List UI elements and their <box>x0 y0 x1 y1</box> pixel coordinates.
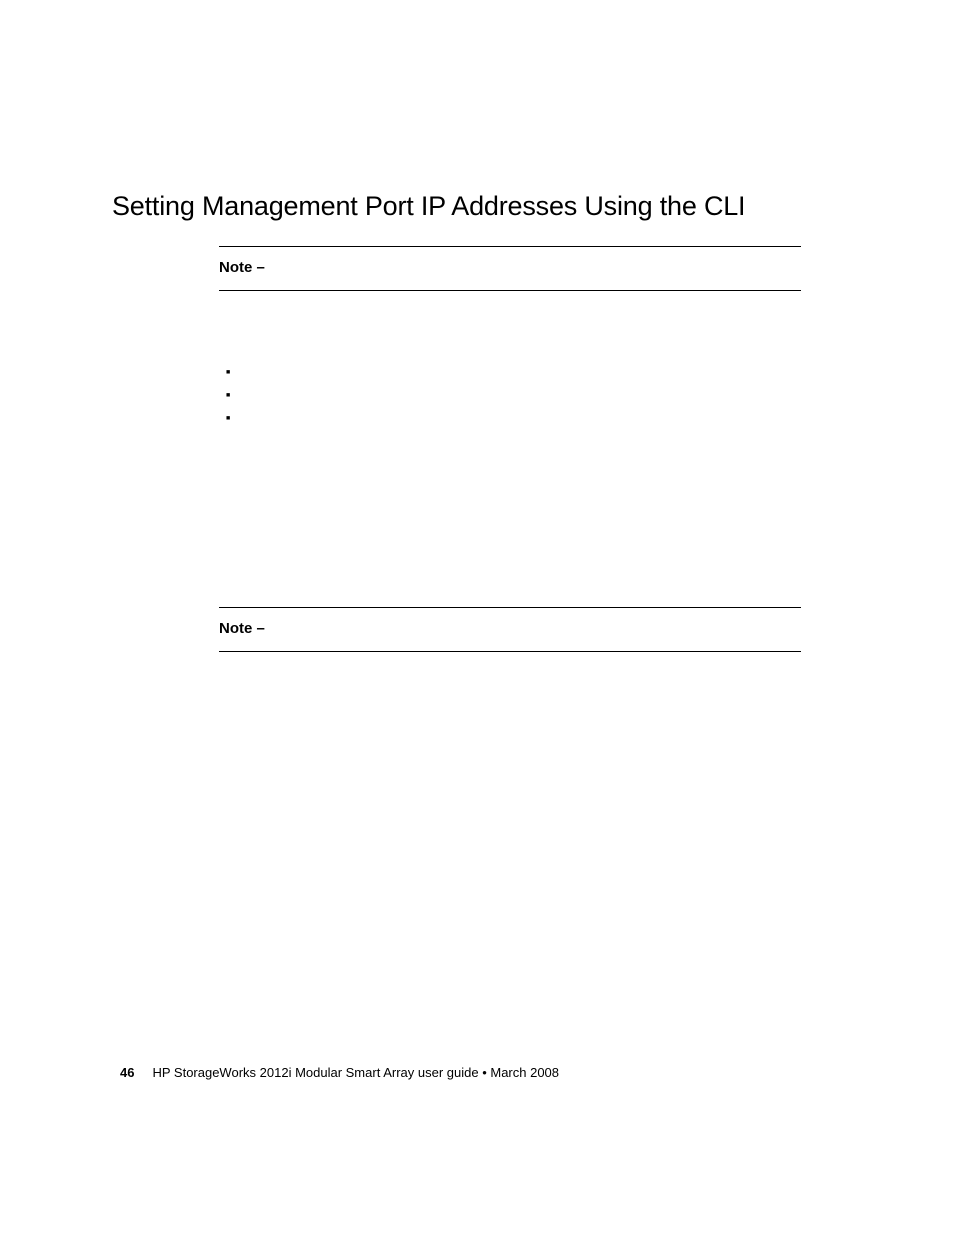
note-rule-top <box>219 607 801 608</box>
note-rule-top <box>219 246 801 247</box>
footer-text: HP StorageWorks 2012i Modular Smart Arra… <box>152 1065 559 1080</box>
bullet-item <box>226 409 230 432</box>
note-rule-bottom <box>219 290 801 291</box>
page-footer: 46 HP StorageWorks 2012i Modular Smart Ar… <box>120 1065 559 1080</box>
note-block-1: Note – <box>219 246 801 291</box>
bullet-item <box>226 363 230 386</box>
note-block-2: Note – <box>219 607 801 652</box>
bullet-item <box>226 386 230 409</box>
page-heading: Setting Management Port IP Addresses Usi… <box>112 191 745 222</box>
page-number: 46 <box>120 1065 134 1080</box>
note-label-1: Note – <box>219 259 801 276</box>
note-label-2: Note – <box>219 620 801 637</box>
note-rule-bottom <box>219 651 801 652</box>
bullet-list <box>226 363 230 432</box>
